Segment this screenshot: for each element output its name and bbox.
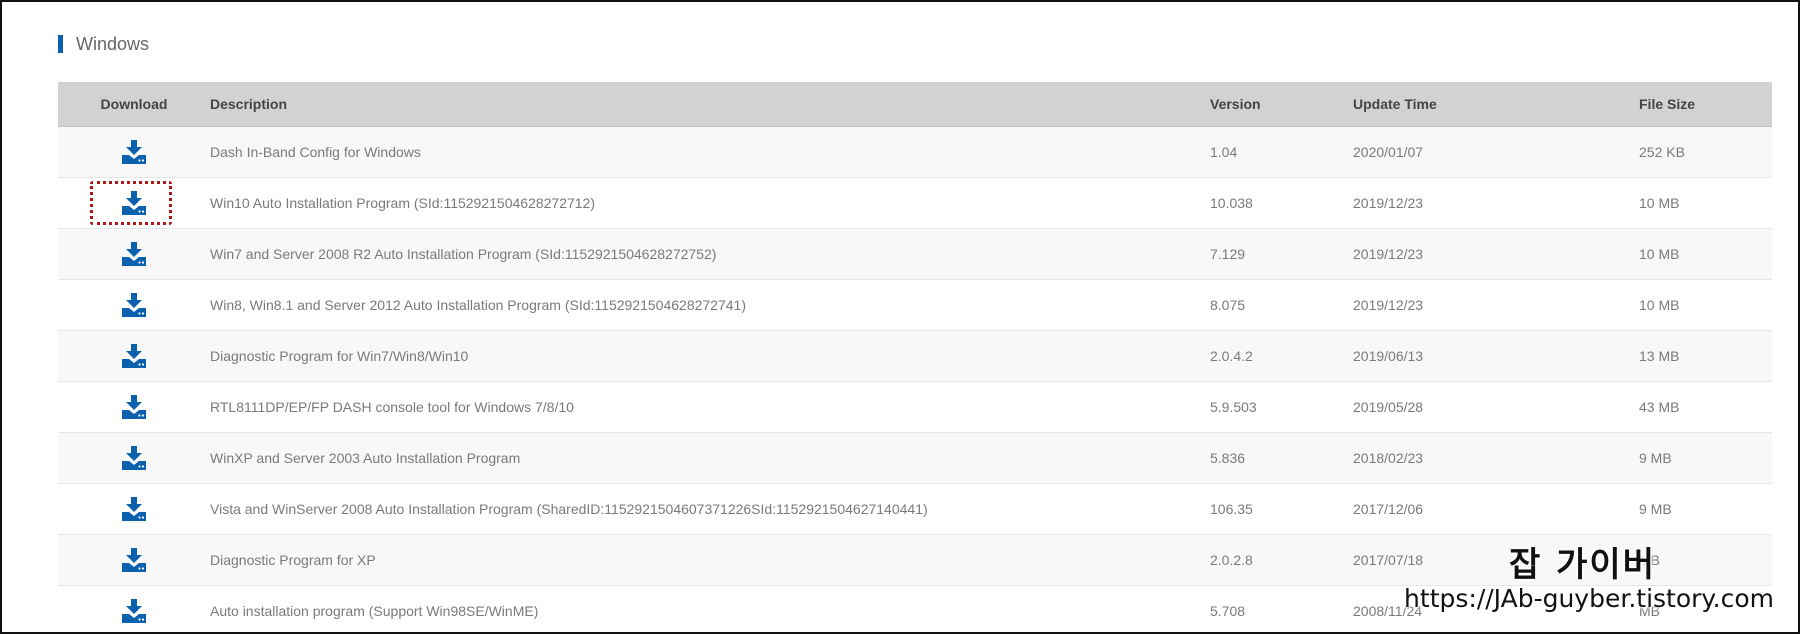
download-icon: [122, 395, 146, 419]
row-description: RTL8111DP/EP/FP DASH console tool for Wi…: [210, 399, 574, 415]
download-cell: [58, 280, 210, 330]
download-icon: [122, 344, 146, 368]
row-version: 5.9.503: [1210, 399, 1257, 415]
download-button[interactable]: [119, 239, 149, 269]
download-button[interactable]: [119, 137, 149, 167]
download-button[interactable]: [119, 596, 149, 626]
row-file-size: 252 KB: [1639, 144, 1685, 160]
table-row: Win10 Auto Installation Program (SId:115…: [58, 178, 1772, 229]
row-version: 7.129: [1210, 246, 1246, 262]
download-icon: [122, 191, 146, 215]
row-description: Win10 Auto Installation Program (SId:115…: [210, 195, 596, 211]
header-update-time: Update Time: [1353, 96, 1437, 112]
row-update-time: 2019/05/28: [1353, 399, 1424, 415]
screenshot-frame: Windows Download Description Version Upd…: [0, 0, 1800, 634]
table-row: Vista and WinServer 2008 Auto Installati…: [58, 484, 1772, 535]
row-file-size: 9 MB: [1639, 501, 1672, 517]
download-cell: [58, 229, 210, 279]
download-icon: [122, 446, 146, 470]
row-description: Dash In-Band Config for Windows: [210, 144, 421, 160]
download-icon: [122, 497, 146, 521]
row-update-time: 2018/02/23: [1353, 450, 1424, 466]
download-cell: [58, 331, 210, 381]
download-button[interactable]: [119, 341, 149, 371]
row-update-time: 2017/12/06: [1353, 501, 1424, 517]
table-row: Win7 and Server 2008 R2 Auto Installatio…: [58, 229, 1772, 280]
table-row: RTL8111DP/EP/FP DASH console tool for Wi…: [58, 382, 1772, 433]
row-file-size: 10 MB: [1639, 297, 1680, 313]
section-accent-bar: [58, 35, 63, 53]
header-description: Description: [210, 96, 288, 112]
download-icon: [122, 293, 146, 317]
watermark: 잡 가이버 https://JAb-guyber.tistory.com: [1404, 544, 1774, 614]
download-button[interactable]: [119, 443, 149, 473]
row-description: Auto installation program (Support Win98…: [210, 603, 539, 619]
row-version: 2.0.4.2: [1210, 348, 1253, 364]
row-description: WinXP and Server 2003 Auto Installation …: [210, 450, 521, 466]
row-update-time: 2019/12/23: [1353, 195, 1424, 211]
table-header: Download Description Version Update Time…: [58, 82, 1772, 127]
table-row: Win8, Win8.1 and Server 2012 Auto Instal…: [58, 280, 1772, 331]
row-description: Win7 and Server 2008 R2 Auto Installatio…: [210, 246, 717, 262]
section-title: Windows: [76, 33, 150, 54]
row-version: 1.04: [1210, 144, 1238, 160]
download-cell: [58, 535, 210, 585]
header-version: Version: [1210, 96, 1261, 112]
row-update-time: 2020/01/07: [1353, 144, 1424, 160]
header-file-size: File Size: [1639, 96, 1696, 112]
download-button[interactable]: [119, 392, 149, 422]
row-version: 106.35: [1210, 501, 1253, 517]
row-update-time: 2019/12/23: [1353, 246, 1424, 262]
download-button[interactable]: [119, 188, 149, 218]
section-header: Windows: [58, 32, 149, 56]
download-button[interactable]: [119, 290, 149, 320]
download-icon: [122, 242, 146, 266]
watermark-title: 잡 가이버: [1509, 544, 1656, 585]
row-file-size: 9 MB: [1639, 450, 1672, 466]
row-version: 2.0.2.8: [1210, 552, 1253, 568]
download-cell: [58, 433, 210, 483]
row-description: Win8, Win8.1 and Server 2012 Auto Instal…: [210, 297, 746, 313]
row-description: Diagnostic Program for Win7/Win8/Win10: [210, 348, 469, 364]
watermark-url: https://JAb-guyber.tistory.com: [1404, 584, 1774, 613]
download-icon: [122, 548, 146, 572]
download-icon: [122, 140, 146, 164]
table-row: Diagnostic Program for Win7/Win8/Win10 2…: [58, 331, 1772, 382]
row-version: 8.075: [1210, 297, 1246, 313]
row-version: 10.038: [1210, 195, 1253, 211]
row-version: 5.708: [1210, 603, 1246, 619]
row-description: Vista and WinServer 2008 Auto Installati…: [210, 501, 928, 517]
row-file-size: 10 MB: [1639, 246, 1680, 262]
download-icon: [122, 599, 146, 623]
row-update-time: 2019/12/23: [1353, 297, 1424, 313]
download-cell: [58, 178, 210, 228]
download-cell: [58, 127, 210, 177]
row-version: 5.836: [1210, 450, 1246, 466]
table-row: WinXP and Server 2003 Auto Installation …: [58, 433, 1772, 484]
row-file-size: 43 MB: [1639, 399, 1680, 415]
row-file-size: 13 MB: [1639, 348, 1680, 364]
row-update-time: 2019/06/13: [1353, 348, 1424, 364]
download-cell: [58, 382, 210, 432]
download-button[interactable]: [119, 545, 149, 575]
download-cell: [58, 586, 210, 632]
download-cell: [58, 484, 210, 534]
row-description: Diagnostic Program for XP: [210, 552, 376, 568]
header-download: Download: [100, 96, 168, 112]
row-file-size: 10 MB: [1639, 195, 1680, 211]
table-row: Dash In-Band Config for Windows 1.04 202…: [58, 127, 1772, 178]
download-button[interactable]: [119, 494, 149, 524]
